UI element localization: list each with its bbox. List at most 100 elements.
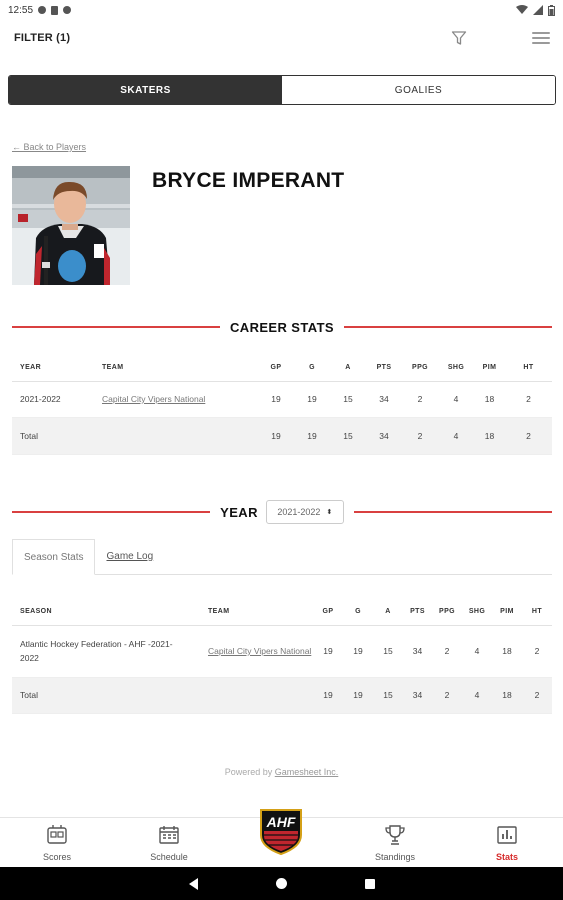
col-g: G xyxy=(294,355,330,382)
player-name: BRYCE IMPERANT xyxy=(152,169,345,192)
wifi-icon xyxy=(516,5,528,14)
nav-stats[interactable]: Stats xyxy=(467,824,547,862)
col-pts: PTS xyxy=(366,355,402,382)
cell-shg: 4 xyxy=(438,417,474,455)
table-header-row: SEASON TEAM GP G A PTS PPG SHG PIM HT xyxy=(12,599,552,626)
cell-a: 15 xyxy=(373,625,403,678)
total-row: Total 19 19 15 34 2 4 18 2 xyxy=(12,677,552,714)
col-shg: SHG xyxy=(438,355,474,382)
nav-stats-label: Stats xyxy=(495,852,518,862)
calendar-icon xyxy=(159,826,179,844)
year-dropdown[interactable]: 2021-2022 ⬍ xyxy=(265,500,344,524)
nav-scores-label: Scores xyxy=(42,852,71,862)
sim-icon xyxy=(51,5,59,15)
player-photo xyxy=(12,166,130,285)
stats-subtabs: Season Stats Game Log xyxy=(12,539,552,575)
scoreboard-icon xyxy=(47,825,67,844)
cell-g: 19 xyxy=(343,625,373,678)
back-to-players-link[interactable]: ← Back to Players xyxy=(12,142,86,152)
col-pts: PTS xyxy=(403,599,432,626)
cell-ppg: 2 xyxy=(432,677,462,714)
cell-g: 19 xyxy=(343,677,373,714)
career-stats-title: CAREER STATS xyxy=(230,319,334,335)
cell-pim: 18 xyxy=(474,381,505,418)
col-a: A xyxy=(330,355,366,382)
tab-goalies[interactable]: GOALIES xyxy=(282,76,555,104)
cell-gp: 19 xyxy=(313,677,343,714)
cell-a: 15 xyxy=(330,381,366,418)
cell-a: 15 xyxy=(330,417,366,455)
nav-scores[interactable]: Scores xyxy=(17,824,97,862)
tab-skaters[interactable]: SKATERS xyxy=(9,76,282,104)
table-row: Atlantic Hockey Federation - AHF -2021-2… xyxy=(12,625,552,678)
filter-funnel-icon[interactable] xyxy=(451,30,467,46)
cell-pim: 18 xyxy=(474,417,505,455)
cell-season: Atlantic Hockey Federation - AHF -2021-2… xyxy=(12,625,200,678)
cell-ppg: 2 xyxy=(402,417,438,455)
col-ppg: PPG xyxy=(432,599,462,626)
cell-ht: 2 xyxy=(522,625,552,678)
trophy-icon xyxy=(385,825,405,845)
col-a: A xyxy=(373,599,403,626)
android-recents-icon[interactable] xyxy=(364,878,375,889)
cell-pim: 18 xyxy=(492,625,522,678)
team-link[interactable]: Capital City Vipers National xyxy=(208,646,311,656)
android-home-icon[interactable] xyxy=(275,878,287,889)
total-row: Total 19 19 15 34 2 4 18 2 xyxy=(12,417,552,455)
col-pim: PIM xyxy=(474,355,505,382)
cell-ht: 2 xyxy=(522,677,552,714)
cell-total-label: Total xyxy=(12,677,200,714)
cell-pts: 34 xyxy=(403,625,432,678)
status-time: 12:55 xyxy=(8,4,34,16)
table-header-row: YEAR TEAM GP G A PTS PPG SHG PIM HT xyxy=(12,355,552,382)
powered-by: Powered by Gamesheet Inc. xyxy=(0,767,563,777)
android-nav-bar xyxy=(0,867,563,900)
cell-ht: 2 xyxy=(505,381,552,418)
year-label: YEAR xyxy=(220,504,258,520)
col-gp: GP xyxy=(258,355,294,382)
gamesheet-link[interactable]: Gamesheet Inc. xyxy=(275,767,339,777)
stats-chart-icon xyxy=(497,826,517,844)
top-header: FILTER (1) xyxy=(0,24,563,52)
ahf-logo-text: AHF xyxy=(266,814,296,830)
cell-pts: 34 xyxy=(403,677,432,714)
cell-gp: 19 xyxy=(258,417,294,455)
sync-icon xyxy=(63,6,72,14)
team-link[interactable]: Capital City Vipers National xyxy=(102,394,205,404)
career-stats-table: YEAR TEAM GP G A PTS PPG SHG PIM HT 2021… xyxy=(12,355,552,455)
powered-by-prefix: Powered by xyxy=(224,767,273,777)
col-team: TEAM xyxy=(94,355,258,382)
filter-button[interactable]: FILTER (1) xyxy=(14,32,70,44)
nav-schedule[interactable]: Schedule xyxy=(129,824,209,862)
hamburger-menu-icon[interactable] xyxy=(532,32,550,44)
notification-icon xyxy=(38,6,47,14)
cell-g: 19 xyxy=(294,381,330,418)
col-ppg: PPG xyxy=(402,355,438,382)
cell-pim: 18 xyxy=(492,677,522,714)
year-selector-row: YEAR 2021-2022 ⬍ xyxy=(12,500,552,524)
col-season: SEASON xyxy=(12,599,200,626)
season-stats-table: SEASON TEAM GP G A PTS PPG SHG PIM HT At… xyxy=(12,599,552,714)
col-gp: GP xyxy=(313,599,343,626)
tab-season-stats[interactable]: Season Stats xyxy=(12,539,96,575)
table-row: 2021-2022 Capital City Vipers National 1… xyxy=(12,381,552,418)
cell-pts: 34 xyxy=(366,381,402,418)
cell-shg: 4 xyxy=(462,677,492,714)
col-year: YEAR xyxy=(12,355,94,382)
player-type-tabs: SKATERS GOALIES xyxy=(8,75,556,105)
cell-gp: 19 xyxy=(258,381,294,418)
nav-standings[interactable]: Standings xyxy=(355,824,435,862)
col-ht: HT xyxy=(522,599,552,626)
cell-gp: 19 xyxy=(313,625,343,678)
signal-icon xyxy=(533,5,543,15)
nav-standings-label: Standings xyxy=(374,852,416,862)
career-stats-header: CAREER STATS xyxy=(12,317,552,337)
tab-game-log[interactable]: Game Log xyxy=(95,539,164,574)
cell-a: 15 xyxy=(373,677,403,714)
cell-pts: 34 xyxy=(366,417,402,455)
year-dropdown-value: 2021-2022 xyxy=(277,507,321,517)
ahf-logo[interactable]: AHF xyxy=(258,807,304,855)
android-back-icon[interactable] xyxy=(188,877,198,890)
col-g: G xyxy=(343,599,373,626)
cell-ppg: 2 xyxy=(402,381,438,418)
